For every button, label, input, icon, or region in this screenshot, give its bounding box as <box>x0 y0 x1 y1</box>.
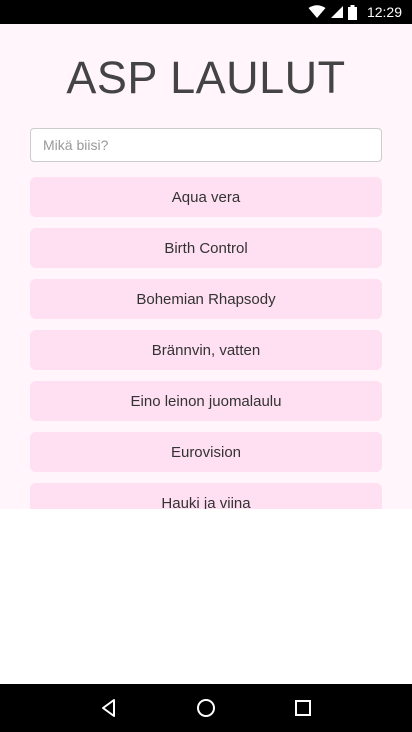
song-button[interactable]: Eurovision <box>30 432 382 472</box>
song-button[interactable]: Birth Control <box>30 228 382 268</box>
navigation-bar <box>0 684 412 732</box>
song-button[interactable]: Eino leinon juomalaulu <box>30 381 382 421</box>
recents-icon[interactable] <box>279 684 327 732</box>
home-icon[interactable] <box>182 684 230 732</box>
song-button[interactable]: Hauki ja viina <box>30 483 382 509</box>
back-icon[interactable] <box>85 684 133 732</box>
search-input[interactable] <box>30 128 382 162</box>
song-list: Aqua vera Birth Control Bohemian Rhapsod… <box>30 177 382 509</box>
song-button[interactable]: Aqua vera <box>30 177 382 217</box>
app-screen: ASP LAULUT Aqua vera Birth Control Bohem… <box>0 24 412 509</box>
status-icons <box>308 4 357 20</box>
page-title: ASP LAULUT <box>66 52 346 103</box>
song-button[interactable]: Brännvin, vatten <box>30 330 382 370</box>
cellular-signal-icon <box>330 5 344 19</box>
song-button[interactable]: Bohemian Rhapsody <box>30 279 382 319</box>
wifi-icon <box>308 5 326 19</box>
status-time: 12:29 <box>366 4 402 20</box>
status-bar: 12:29 <box>0 0 412 24</box>
battery-icon <box>347 4 357 20</box>
